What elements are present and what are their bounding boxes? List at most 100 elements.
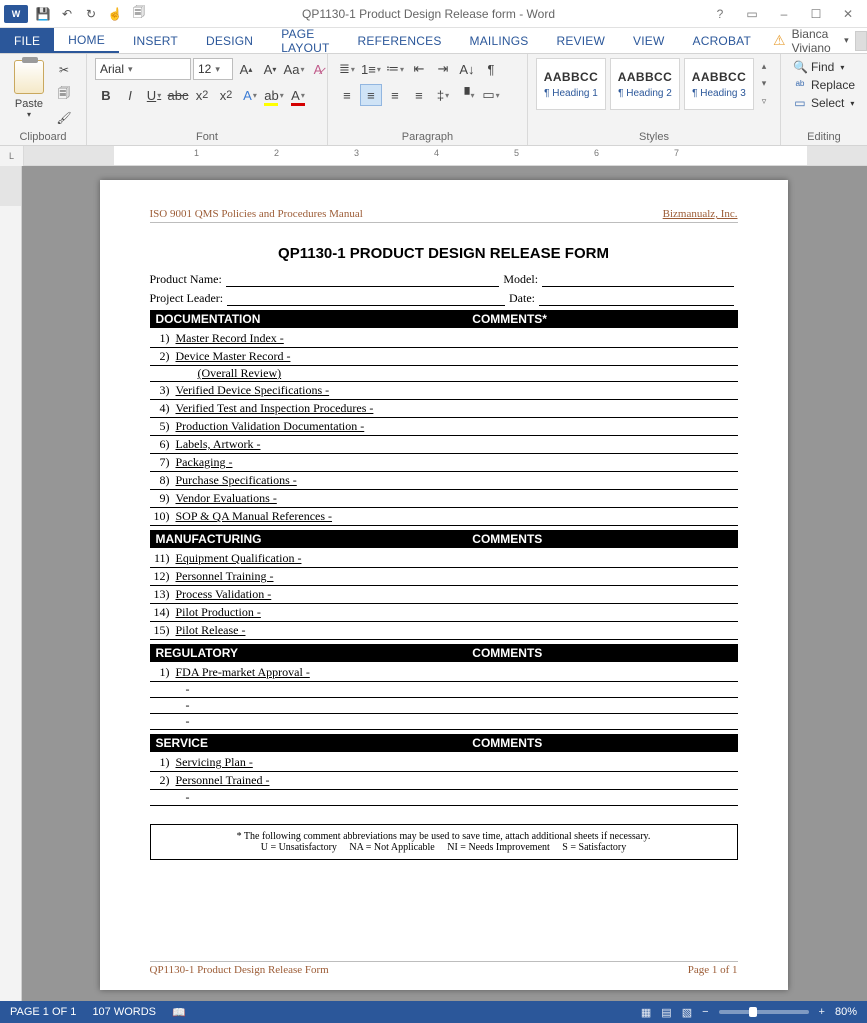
align-right-icon[interactable]: ≡ [384, 84, 406, 106]
avatar [855, 31, 867, 51]
vertical-ruler[interactable] [0, 166, 22, 1001]
field-date[interactable] [539, 291, 734, 306]
proofing-icon[interactable]: 📖 [172, 1006, 186, 1019]
strikethrough-button[interactable]: abc [167, 84, 189, 106]
superscript-button[interactable]: x2 [215, 84, 237, 106]
shrink-font-icon[interactable]: A▾ [259, 58, 281, 80]
style-heading3[interactable]: AABBCC ¶ Heading 3 [684, 58, 754, 110]
document-canvas[interactable]: ISO 9001 QMS Policies and Procedures Man… [0, 166, 867, 1001]
bullets-icon[interactable]: ≣▾ [336, 58, 358, 80]
maximize-icon[interactable]: ☐ [803, 7, 829, 21]
blank-row: - [150, 698, 738, 714]
group-label-editing: Editing [789, 131, 859, 143]
status-page[interactable]: PAGE 1 OF 1 [10, 1006, 76, 1018]
cut-icon[interactable]: ✂ [54, 60, 74, 80]
zoom-out-icon[interactable]: − [702, 1006, 708, 1018]
save-icon[interactable]: 💾 [32, 3, 54, 25]
doc-footer-left: QP1130-1 Product Design Release Form [150, 964, 329, 976]
font-size-combo[interactable]: 12▾ [193, 58, 233, 80]
styles-more[interactable]: ▴▾▿ [756, 58, 772, 110]
decrease-indent-icon[interactable]: ⇤ [408, 58, 430, 80]
zoom-slider[interactable] [719, 1010, 809, 1014]
zoom-level[interactable]: 80% [835, 1006, 857, 1018]
tab-home[interactable]: HOME [54, 28, 119, 53]
list-item-sub: (Overall Review) [150, 366, 738, 382]
highlight-icon[interactable]: ab▾ [263, 84, 285, 106]
paste-button[interactable]: Paste ▾ [8, 58, 50, 121]
grow-font-icon[interactable]: A▴ [235, 58, 257, 80]
help-icon[interactable]: ? [707, 7, 733, 21]
tab-review[interactable]: REVIEW [542, 28, 619, 53]
web-layout-icon[interactable]: ▧ [682, 1006, 692, 1019]
numbering-icon[interactable]: 1≡▾ [360, 58, 382, 80]
window-title: QP1130-1 Product Design Release form - W… [150, 7, 707, 21]
copy-button-icon[interactable]: 🗐 [54, 84, 74, 104]
close-icon[interactable]: ✕ [835, 7, 861, 21]
touch-mode-icon[interactable]: ☝ [104, 3, 126, 25]
tab-file[interactable]: FILE [0, 28, 54, 53]
line-spacing-icon[interactable]: ‡▾ [432, 84, 454, 106]
select-button[interactable]: ▭Select▾ [789, 96, 859, 110]
doc-footer-right: Page 1 of 1 [688, 964, 738, 976]
increase-indent-icon[interactable]: ⇥ [432, 58, 454, 80]
horizontal-ruler[interactable]: L 1 2 3 4 5 6 7 [0, 146, 867, 166]
align-left-icon[interactable]: ≡ [336, 84, 358, 106]
undo-icon[interactable]: ↶ [56, 3, 78, 25]
italic-button[interactable]: I [119, 84, 141, 106]
borders-icon[interactable]: ▭▾ [480, 84, 502, 106]
section-documentation: DOCUMENTATION COMMENTS* [150, 310, 738, 328]
find-button[interactable]: 🔍Find▾ [789, 60, 859, 74]
tab-references[interactable]: REFERENCES [344, 28, 456, 53]
style-heading1[interactable]: AABBCC ¶ Heading 1 [536, 58, 606, 110]
word-icon: W [4, 5, 28, 23]
field-product-name[interactable] [226, 272, 500, 287]
tab-acrobat[interactable]: ACROBAT [679, 28, 766, 53]
tab-mailings[interactable]: MAILINGS [456, 28, 543, 53]
sort-icon[interactable]: A↓ [456, 58, 478, 80]
align-center-icon[interactable]: ≡ [360, 84, 382, 106]
change-case-icon[interactable]: Aa▾ [283, 58, 305, 80]
subscript-button[interactable]: x2 [191, 84, 213, 106]
tab-insert[interactable]: INSERT [119, 28, 192, 53]
label-model: Model: [503, 272, 538, 287]
field-model[interactable] [542, 272, 733, 287]
ruler-corner-icon: L [0, 146, 24, 166]
multilevel-icon[interactable]: ≔▾ [384, 58, 406, 80]
text-effects-icon[interactable]: A▾ [239, 84, 261, 106]
tab-design[interactable]: DESIGN [192, 28, 267, 53]
doc-title: QP1130-1 PRODUCT DESIGN RELEASE FORM [150, 245, 738, 262]
shading-icon[interactable]: ▝▾ [456, 84, 478, 106]
font-color-icon[interactable]: A▾ [287, 84, 309, 106]
font-name-combo[interactable]: Arial▾ [95, 58, 191, 80]
list-item: 7)Packaging - [150, 454, 738, 472]
minimize-icon[interactable]: – [771, 7, 797, 21]
copy-icon[interactable]: 🗐 [128, 3, 150, 25]
user-account[interactable]: ⚠ Bianca Viviano ▾ [765, 28, 867, 53]
paste-label: Paste [15, 98, 43, 110]
tab-page-layout[interactable]: PAGE LAYOUT [267, 28, 343, 53]
underline-button[interactable]: U▾ [143, 84, 165, 106]
list-item: 5)Production Validation Documentation - [150, 418, 738, 436]
page[interactable]: ISO 9001 QMS Policies and Procedures Man… [100, 180, 788, 990]
label-date: Date: [509, 291, 535, 306]
group-label-font: Font [95, 131, 319, 143]
format-painter-icon[interactable]: 🖌 [54, 108, 74, 128]
tab-view[interactable]: VIEW [619, 28, 678, 53]
redo-icon[interactable]: ↻ [80, 3, 102, 25]
clear-format-icon[interactable]: A̷ [307, 58, 329, 80]
ribbon-options-icon[interactable]: ▭ [739, 7, 765, 21]
title-bar: W 💾 ↶ ↻ ☝ 🗐 QP1130-1 Product Design Rele… [0, 0, 867, 28]
show-marks-icon[interactable]: ¶ [480, 58, 502, 80]
replace-icon: ᵃᵇ [793, 78, 807, 92]
status-words[interactable]: 107 WORDS [92, 1006, 156, 1018]
bold-button[interactable]: B [95, 84, 117, 106]
read-mode-icon[interactable]: ▦ [641, 1006, 651, 1019]
field-project-leader[interactable] [227, 291, 505, 306]
list-item: 12)Personnel Training - [150, 568, 738, 586]
blank-row: - [150, 682, 738, 698]
zoom-in-icon[interactable]: + [819, 1006, 825, 1018]
justify-icon[interactable]: ≡ [408, 84, 430, 106]
print-layout-icon[interactable]: ▤ [661, 1006, 671, 1019]
replace-button[interactable]: ᵃᵇReplace [789, 78, 859, 92]
style-heading2[interactable]: AABBCC ¶ Heading 2 [610, 58, 680, 110]
